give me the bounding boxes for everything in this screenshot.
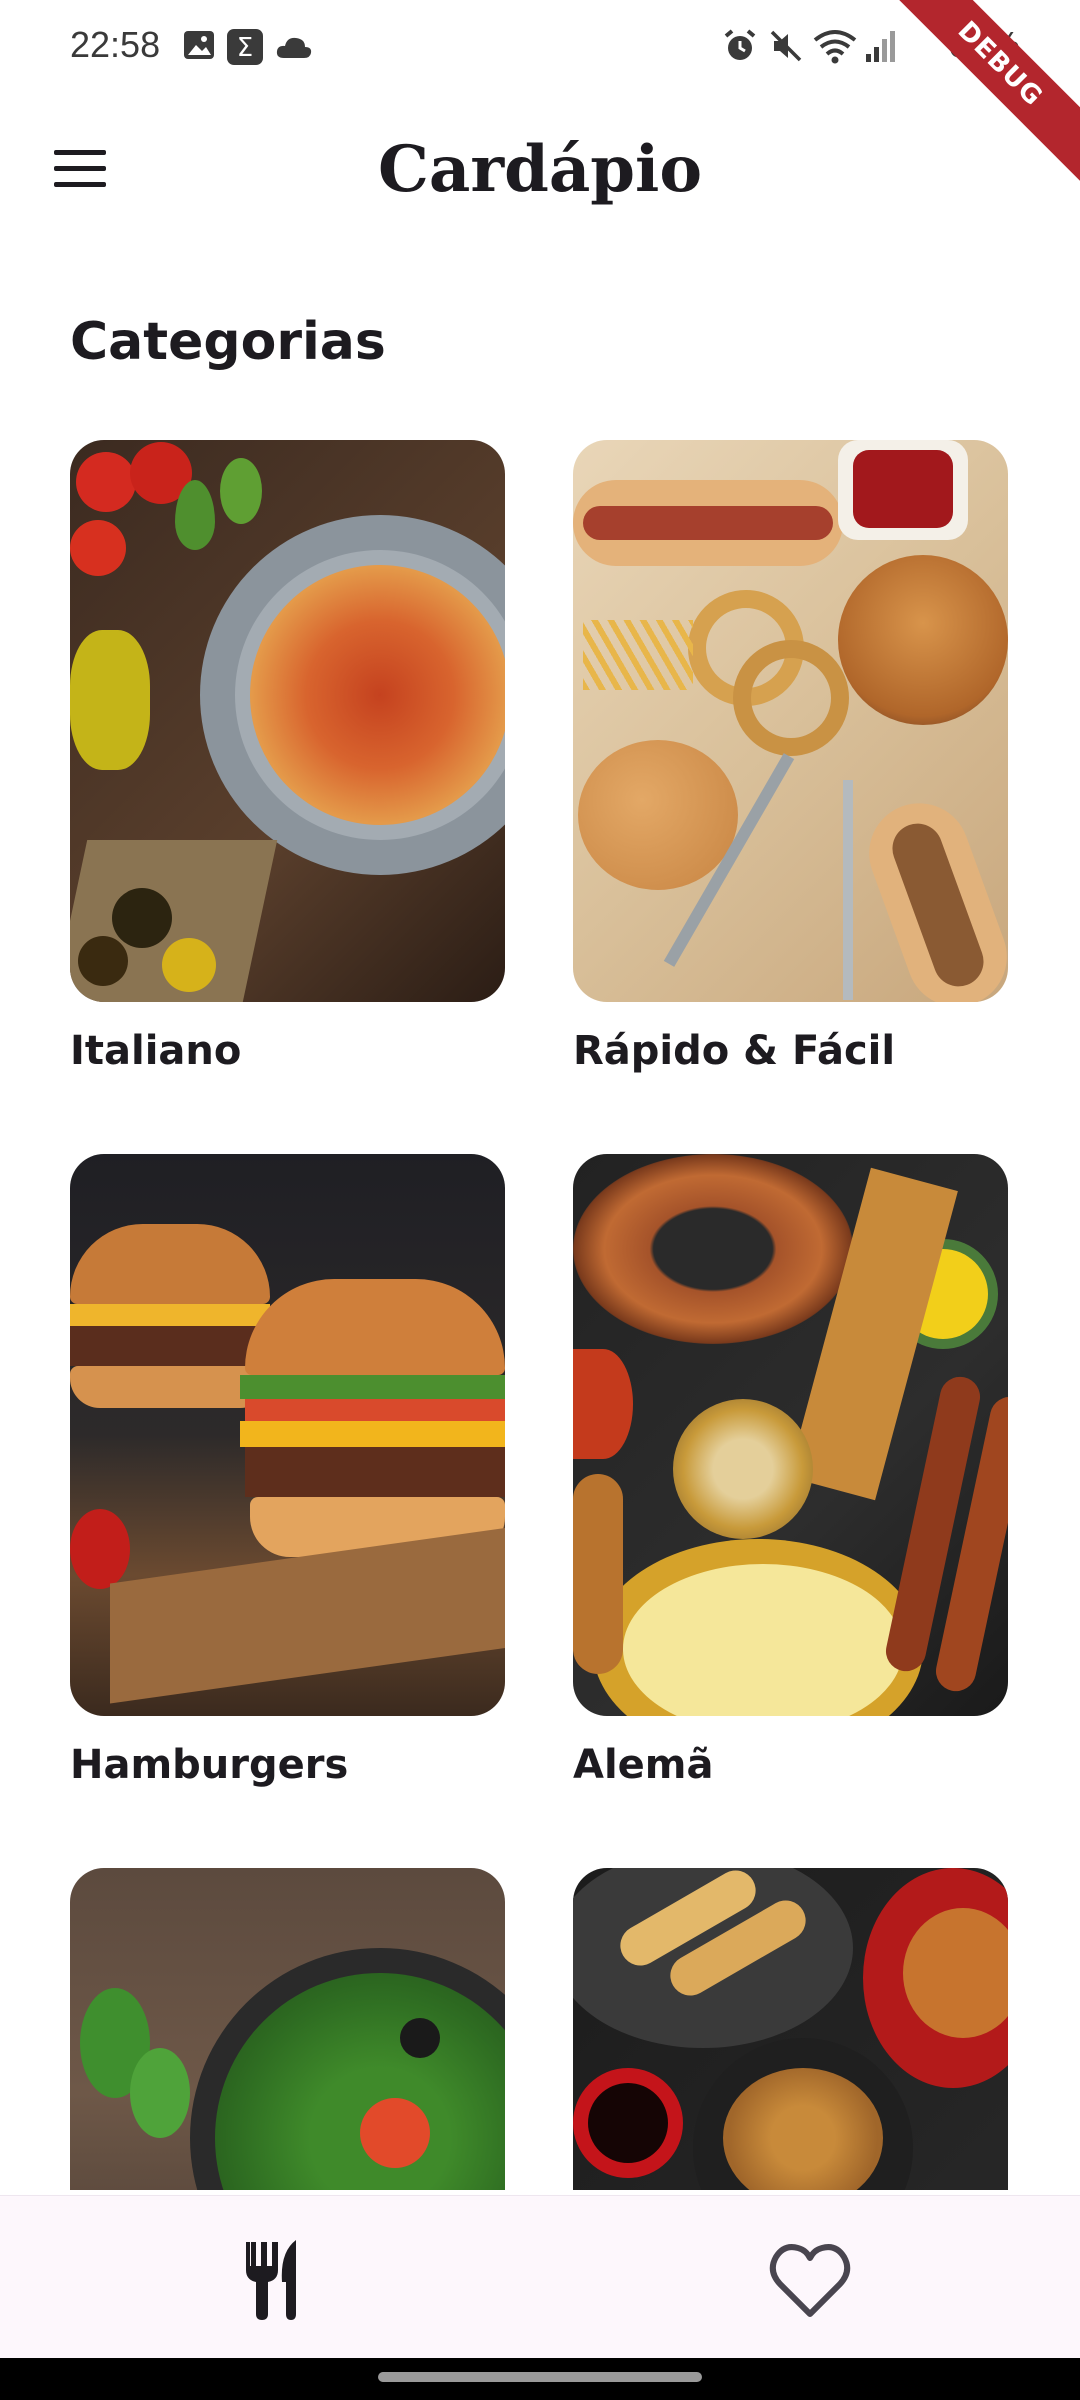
asian-food-photo [573, 1868, 1008, 2190]
category-card-hamburgers[interactable]: Hamburgers [70, 1154, 505, 1788]
mute-icon [768, 28, 804, 68]
fork-knife-icon[interactable] [210, 2222, 330, 2332]
category-grid: Italiano Rápido & Fácil Hamburgers Alemã [70, 440, 1010, 2190]
cloud-icon [274, 34, 314, 64]
section-title: Categorias [70, 312, 386, 372]
category-card-rapido-facil[interactable]: Rápido & Fácil [573, 440, 1008, 1074]
gallery-icon [182, 28, 216, 66]
sigma-app-icon: Σ [226, 28, 264, 70]
category-label: Rápido & Fácil [573, 1028, 896, 1074]
bottom-navigation-bar [0, 2195, 1080, 2359]
status-time: 22:58 [70, 24, 161, 65]
app-title: Cardápio [377, 132, 703, 207]
category-card-salad[interactable] [70, 1868, 505, 2190]
category-label: Italiano [70, 1028, 242, 1074]
home-gesture-handle[interactable] [378, 2372, 702, 2382]
fast-food-photo [573, 440, 1008, 1002]
sausages-photo [573, 1154, 1008, 1716]
category-card-alema[interactable]: Alemã [573, 1154, 1008, 1788]
alarm-icon [722, 28, 758, 68]
spaghetti-photo [70, 440, 505, 1002]
heart-outline-icon[interactable] [750, 2222, 870, 2332]
salad-photo [70, 1868, 505, 2190]
app-bar: Cardápio [0, 96, 1080, 246]
signal-icon [864, 28, 898, 68]
svg-text:Σ: Σ [237, 33, 253, 63]
system-gesture-bar [0, 2358, 1080, 2400]
category-card-asian[interactable] [573, 1868, 1008, 2190]
category-label: Hamburgers [70, 1742, 349, 1788]
category-label: Alemã [573, 1742, 714, 1788]
burgers-photo [70, 1154, 505, 1716]
category-card-italiano[interactable]: Italiano [70, 440, 505, 1074]
wifi-icon [812, 28, 858, 68]
